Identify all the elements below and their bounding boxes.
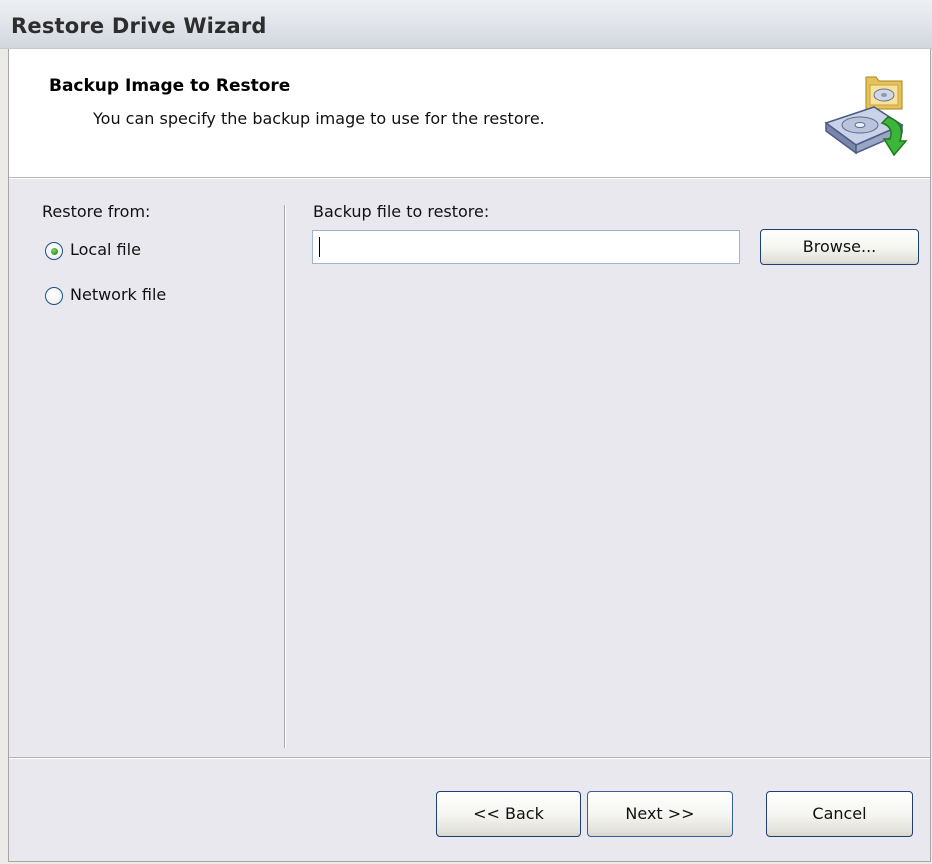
text-caret — [319, 237, 320, 257]
window-title: Restore Drive Wizard — [11, 14, 267, 38]
window-border-bottom — [8, 861, 931, 862]
backup-file-label: Backup file to restore: — [313, 202, 490, 221]
backup-file-input[interactable] — [312, 230, 740, 264]
next-button[interactable]: Next >> — [587, 791, 733, 837]
wizard-header: Backup Image to Restore You can specify … — [9, 49, 930, 178]
local-file-radio-button[interactable] — [45, 242, 63, 260]
title-bar[interactable]: Restore Drive Wizard — [0, 0, 932, 49]
window-border-left — [8, 49, 9, 862]
window-border-right — [930, 49, 931, 862]
vertical-divider — [284, 205, 285, 748]
browse-button[interactable]: Browse... — [760, 229, 919, 265]
local-file-label[interactable]: Local file — [70, 240, 141, 259]
browse-button-label: Browse... — [802, 237, 877, 256]
network-file-label[interactable]: Network file — [70, 285, 166, 304]
cancel-button-label: Cancel — [812, 804, 867, 823]
page-title: Backup Image to Restore — [49, 76, 291, 96]
wizard-body — [9, 179, 930, 756]
restore-from-label: Restore from: — [42, 202, 151, 221]
restore-drive-wizard-window: Restore Drive Wizard Backup Image to Res… — [0, 0, 932, 864]
cancel-button[interactable]: Cancel — [766, 791, 913, 837]
back-button-label: << Back — [473, 804, 544, 823]
back-button[interactable]: << Back — [436, 791, 581, 837]
page-subtitle: You can specify the backup image to use … — [93, 109, 545, 128]
radio-selected-dot — [51, 248, 58, 255]
next-button-label: Next >> — [625, 804, 695, 823]
restore-drive-icon — [824, 76, 908, 157]
network-file-radio-button[interactable] — [45, 287, 63, 305]
